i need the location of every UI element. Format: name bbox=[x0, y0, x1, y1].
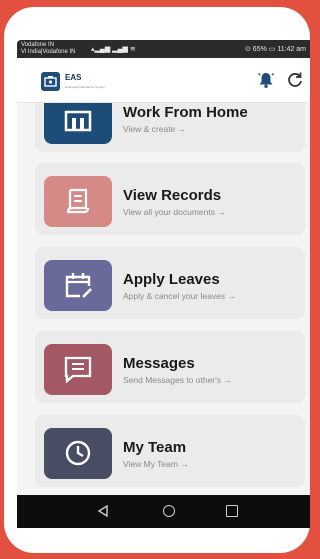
clock-icon bbox=[65, 440, 91, 466]
menu-item-my-team[interactable]: My Team View My Team → bbox=[35, 415, 305, 487]
tile-my-team bbox=[44, 428, 112, 479]
tile-messages bbox=[44, 344, 112, 395]
menu-title: My Team bbox=[123, 439, 187, 456]
tile-work-from-home bbox=[44, 103, 112, 144]
building-icon bbox=[64, 110, 92, 132]
carrier-text: Vodafone IN Vi India|Vodafone IN bbox=[21, 42, 76, 56]
menu-title: Apply Leaves bbox=[123, 271, 220, 288]
back-icon[interactable] bbox=[97, 505, 109, 517]
menu-item-messages[interactable]: Messages Send Messages to other's → bbox=[35, 331, 305, 403]
home-icon[interactable] bbox=[163, 505, 175, 517]
menu-subtitle: View & create → bbox=[123, 124, 187, 134]
refresh-icon[interactable] bbox=[285, 70, 305, 90]
message-icon bbox=[64, 356, 92, 384]
app-header: EAS Employee Attendance System bbox=[17, 58, 310, 103]
menu-subtitle: Send Messages to other's → bbox=[123, 375, 232, 385]
menu-title: Messages bbox=[123, 355, 195, 372]
menu-item-work-from-home[interactable]: Work From Home View & create → bbox=[35, 103, 305, 152]
menu-subtitle: Apply & cancel your leaves → bbox=[123, 291, 236, 301]
menu-subtitle: View all your documents → bbox=[123, 207, 226, 217]
menu-list: Work From Home View & create → View Reco… bbox=[17, 103, 310, 495]
menu-subtitle: View My Team → bbox=[123, 459, 189, 469]
logo-icon bbox=[44, 76, 57, 87]
tile-view-records bbox=[44, 176, 112, 227]
menu-title: View Records bbox=[123, 187, 222, 204]
carrier-name: Vodafone IN bbox=[21, 42, 55, 48]
android-nav-bar bbox=[17, 495, 310, 528]
menu-item-apply-leaves[interactable]: Apply Leaves Apply & cancel your leaves … bbox=[35, 247, 305, 319]
document-icon bbox=[66, 188, 90, 214]
recent-apps-icon[interactable] bbox=[226, 505, 238, 517]
phone-screen: Vodafone IN Vi India|Vodafone IN ▴▂▄▆ ▂▄… bbox=[17, 40, 310, 528]
status-right: ⊙ 65% ▭ 11:42 am bbox=[245, 46, 306, 53]
carrier-name-2: Vi India|Vodafone IN bbox=[21, 49, 76, 55]
menu-title: Work From Home bbox=[123, 104, 248, 121]
app-subtitle: Employee Attendance System bbox=[65, 85, 106, 89]
calendar-edit-icon bbox=[65, 273, 92, 298]
bell-icon[interactable] bbox=[256, 70, 276, 90]
menu-item-view-records[interactable]: View Records View all your documents → bbox=[35, 163, 305, 235]
tile-apply-leaves bbox=[44, 260, 112, 311]
signal-indicators: ▴▂▄▆ ▂▄▆ ≋ bbox=[91, 46, 136, 53]
app-title: EAS bbox=[65, 73, 82, 82]
status-bar: Vodafone IN Vi India|Vodafone IN ▴▂▄▆ ▂▄… bbox=[17, 40, 310, 58]
app-logo bbox=[41, 72, 60, 91]
